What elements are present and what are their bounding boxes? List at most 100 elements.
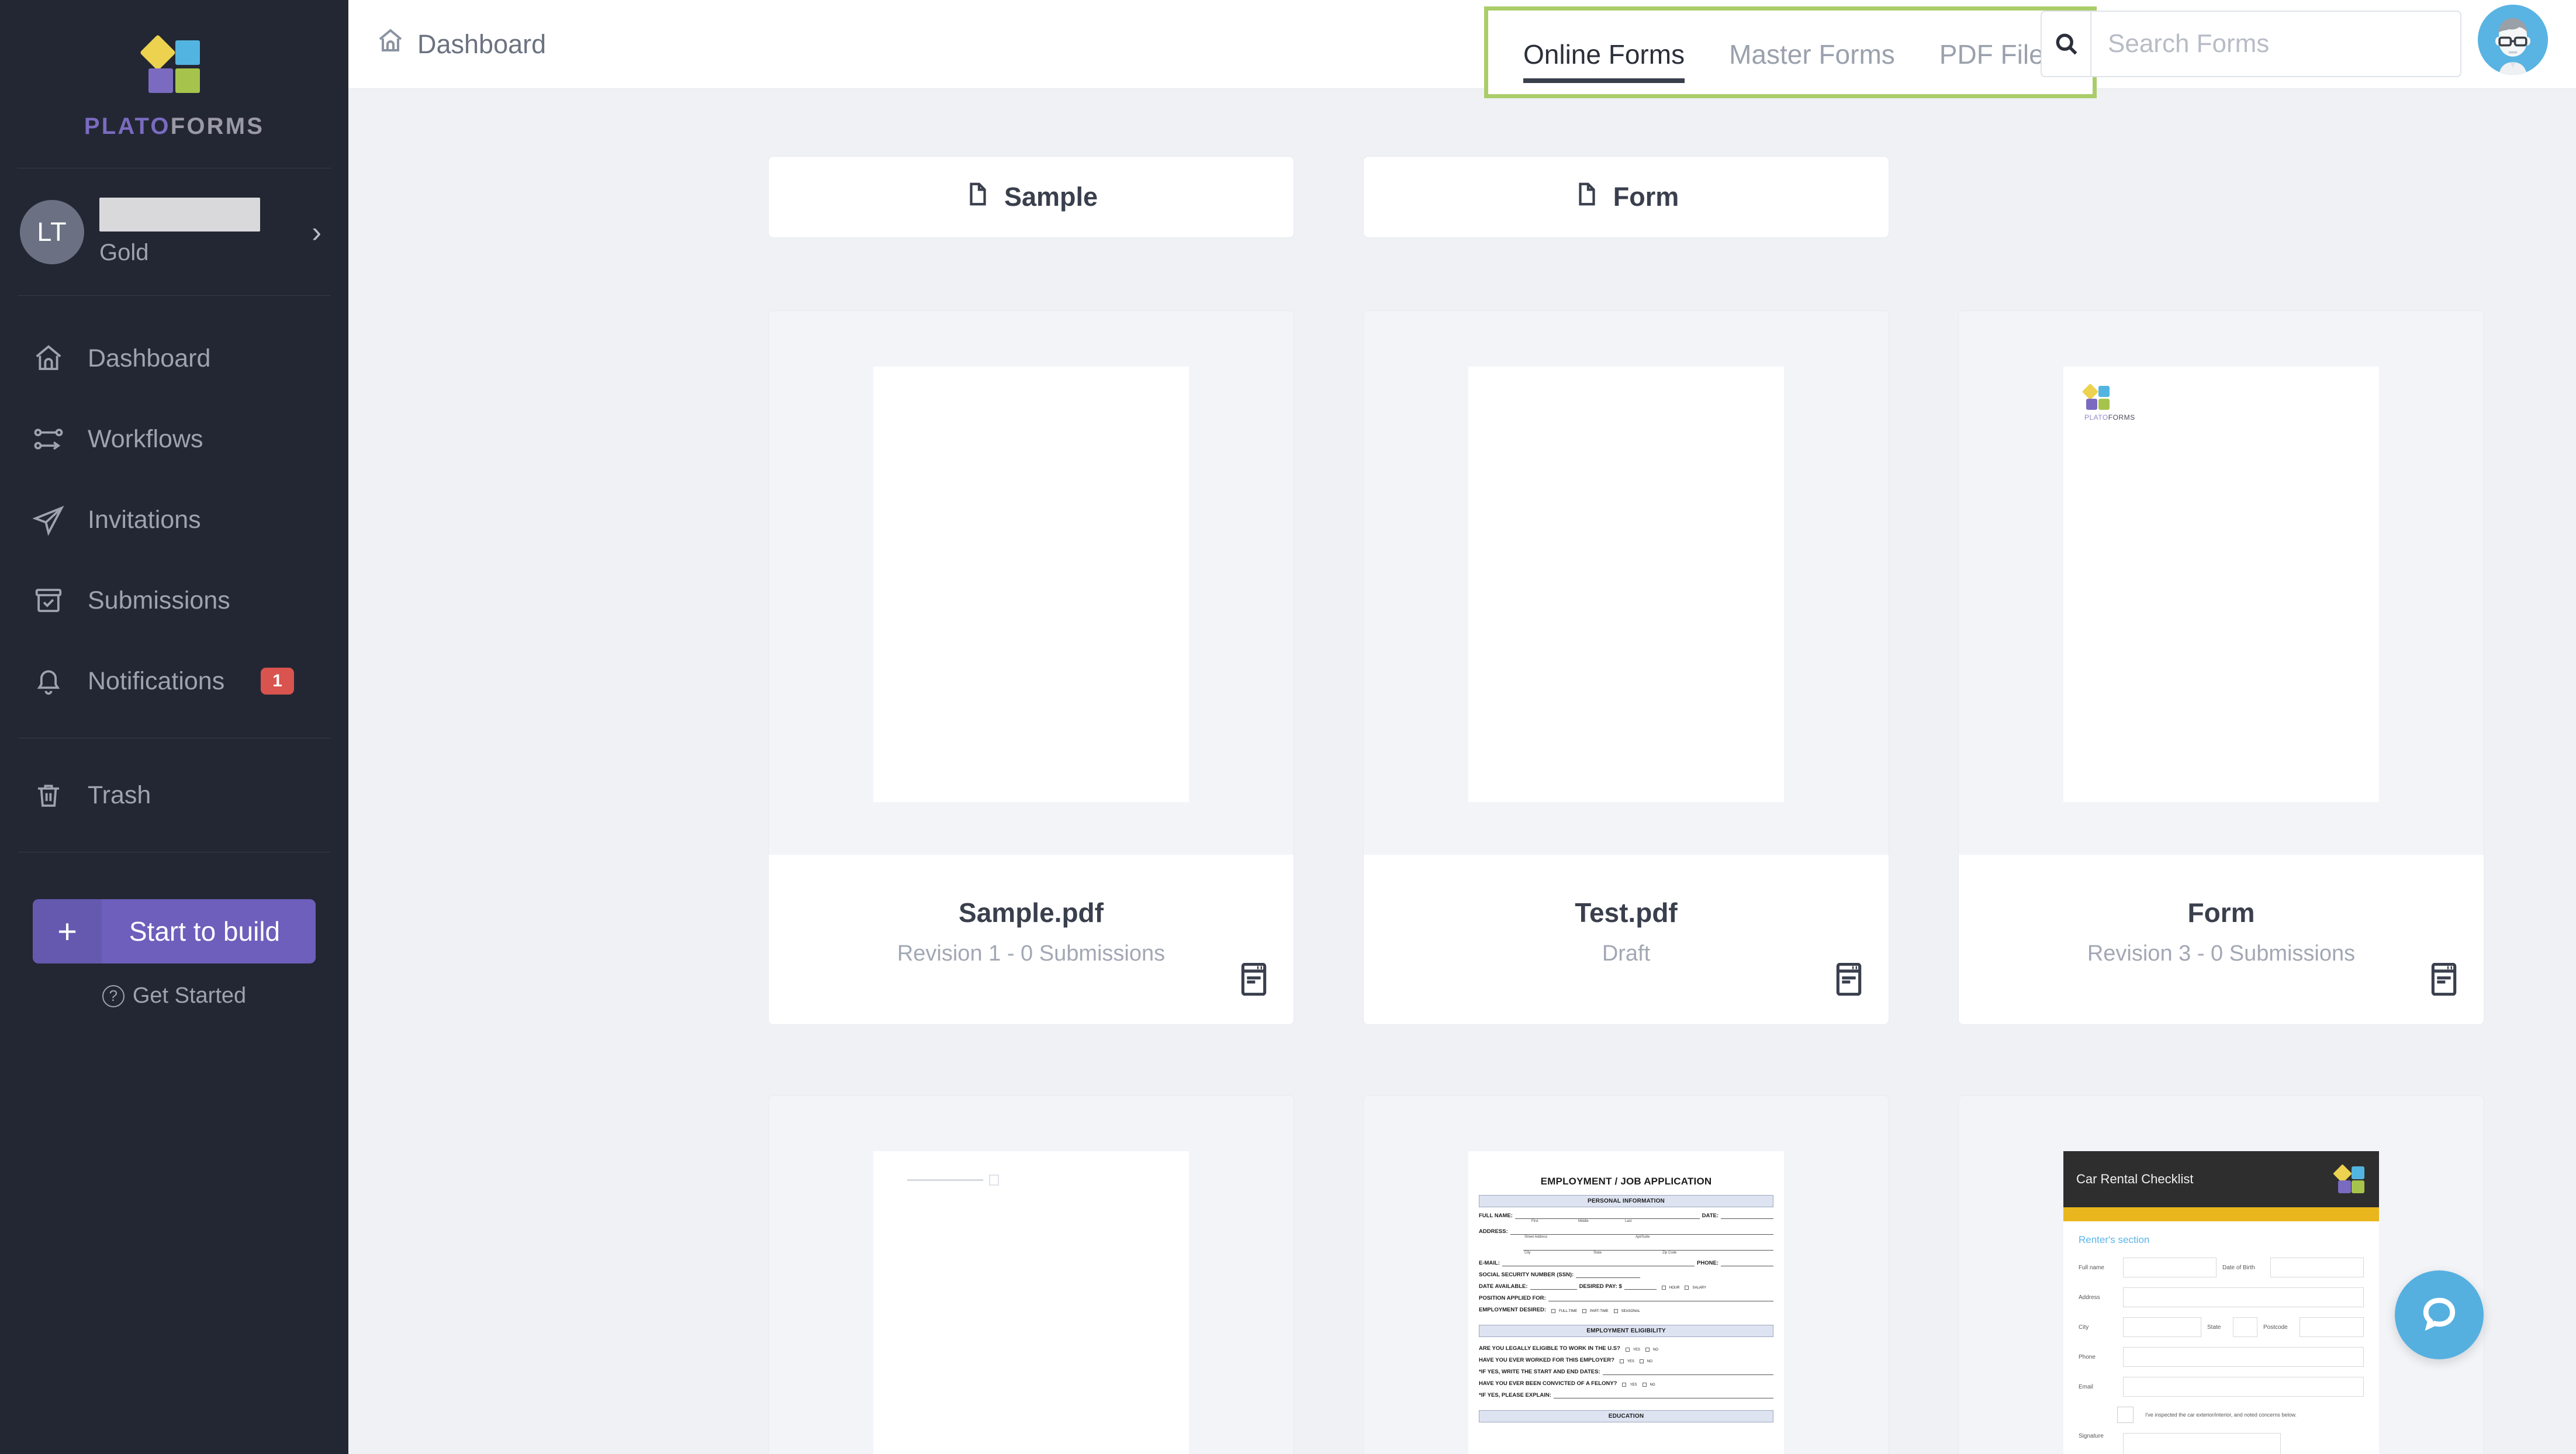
search-box	[2041, 11, 2461, 77]
form-card[interactable]: Test.pdf Draft	[1363, 310, 1889, 1025]
emp-elig-label: *IF YES, PLEASE EXPLAIN:	[1479, 1392, 1551, 1398]
emp-field-ssn: SOCIAL SECURITY NUMBER (SSN):	[1479, 1272, 1773, 1278]
car-row-signature: Signature	[2079, 1433, 2364, 1454]
app-root: PLATOFORMS LT Gold › Dashboard	[0, 0, 2576, 1454]
emp-label: DATE AVAILABLE:	[1479, 1283, 1528, 1290]
get-started-link[interactable]: ? Get Started	[33, 983, 316, 1009]
inspection-checkbox[interactable]	[2117, 1407, 2134, 1423]
emp-label: EMPLOYMENT DESIRED:	[1479, 1307, 1546, 1313]
emp-name-sublabels: First Middle Last	[1479, 1220, 1773, 1223]
employment-application-preview: EMPLOYMENT / JOB APPLICATION PERSONAL IN…	[1468, 1151, 1784, 1422]
sub-street: Street Address	[1524, 1235, 1635, 1239]
platoforms-logo-preview: PLATOFORMS	[2063, 367, 2379, 422]
fullname-input[interactable]	[2123, 1258, 2217, 1277]
emp-label: PHONE:	[1697, 1260, 1719, 1266]
tab-online-forms[interactable]: Online Forms	[1501, 11, 1707, 70]
thumb-wordmark: PLATOFORMS	[2084, 413, 2379, 422]
emp-title: EMPLOYMENT / JOB APPLICATION	[1479, 1176, 1773, 1187]
sidebar-item-trash[interactable]: Trash	[0, 755, 348, 835]
form-card[interactable]: Car Rental Checklist	[1958, 1095, 2484, 1454]
form-card[interactable]: EMPLOYMENT / JOB APPLICATION PERSONAL IN…	[1363, 1095, 1889, 1454]
form-card[interactable]: Sample.pdf Revision 1 - 0 Submissions	[768, 310, 1294, 1025]
sidebar-item-label: Trash	[88, 781, 151, 810]
checkbox-no[interactable]	[1640, 1359, 1644, 1363]
search-input[interactable]	[2091, 12, 2460, 76]
sidebar-item-label: Submissions	[88, 586, 230, 615]
sidebar-item-invitations[interactable]: Invitations	[0, 479, 348, 560]
row-label: Full name	[2079, 1265, 2117, 1271]
postcode-input[interactable]	[2300, 1317, 2364, 1337]
emp-elig-label: HAVE YOU EVER BEEN CONVICTED OF A FELONY…	[1479, 1380, 1617, 1387]
checkbox-no[interactable]	[1643, 1383, 1647, 1387]
checkbox-seasonal[interactable]	[1614, 1309, 1618, 1313]
sidebar-item-dashboard[interactable]: Dashboard	[0, 318, 348, 399]
form-card-footer: Test.pdf Draft	[1364, 855, 1889, 1024]
platoforms-logo-icon	[2336, 1165, 2366, 1194]
pdf-form-icon[interactable]	[1241, 963, 1267, 999]
brand-logo[interactable]: PLATOFORMS	[0, 0, 348, 168]
folder-label: Sample	[1004, 182, 1098, 212]
sidebar-item-notifications[interactable]: Notifications 1	[0, 641, 348, 721]
folder-card-form[interactable]: Form	[1363, 156, 1889, 238]
state-input[interactable]	[2233, 1317, 2257, 1337]
car-rental-section: Renter's section	[2079, 1234, 2364, 1246]
thumb-wordmark-b: FORMS	[2108, 413, 2135, 422]
address-input[interactable]	[2123, 1287, 2364, 1307]
form-card[interactable]: PLATOFORMS Form Revision 3 - 0 Submissio…	[1958, 310, 2484, 1025]
folder-card-sample[interactable]: Sample	[768, 156, 1294, 238]
thumbnail-page: EMPLOYMENT / JOB APPLICATION PERSONAL IN…	[1468, 1151, 1784, 1454]
row-label: Postcode	[2263, 1324, 2294, 1331]
main-area: Dashboard Online Forms Master Forms PDF …	[348, 0, 2576, 1454]
folder-label: Form	[1613, 182, 1679, 212]
checkbox-fulltime[interactable]	[1551, 1309, 1555, 1313]
checkbox-yes[interactable]	[1622, 1383, 1626, 1387]
pdf-form-icon[interactable]	[2431, 963, 2457, 999]
checkbox-parttime[interactable]	[1582, 1309, 1586, 1313]
bell-icon	[33, 665, 64, 697]
car-row-city: City State Postcode	[2079, 1317, 2364, 1337]
account-switcher[interactable]: LT Gold ›	[0, 168, 348, 295]
signature-input[interactable]	[2123, 1433, 2281, 1454]
start-to-build-button[interactable]: + Start to build	[33, 899, 316, 963]
dob-input[interactable]	[2270, 1258, 2364, 1277]
emp-field-email: E-MAIL: PHONE:	[1479, 1260, 1773, 1266]
sidebar-item-label: Invitations	[88, 506, 201, 534]
form-card[interactable]	[768, 1095, 1294, 1454]
paper-plane-icon	[33, 504, 64, 536]
chevron-right-icon[interactable]: ›	[312, 215, 329, 249]
pdf-form-icon[interactable]	[1836, 963, 1862, 999]
user-avatar[interactable]	[2478, 5, 2548, 75]
checkbox-salary[interactable]	[1685, 1286, 1689, 1290]
checkbox-yes[interactable]	[1626, 1348, 1630, 1352]
sidebar-item-workflows[interactable]: Workflows	[0, 399, 348, 479]
checkbox-hour[interactable]	[1662, 1286, 1666, 1290]
sidebar-item-submissions[interactable]: Submissions	[0, 560, 348, 641]
email-input[interactable]	[2123, 1377, 2364, 1397]
account-tier: Gold	[99, 240, 296, 266]
tab-master-forms[interactable]: Master Forms	[1707, 11, 1917, 70]
search-icon[interactable]	[2042, 12, 2091, 76]
city-input[interactable]	[2123, 1317, 2201, 1337]
emp-label: DATE:	[1702, 1213, 1719, 1219]
form-title: Form	[2188, 897, 2255, 928]
emp-field-position: POSITION APPLIED FOR:	[1479, 1295, 1773, 1301]
emp-label: FULL NAME:	[1479, 1213, 1513, 1219]
tab-label: Master Forms	[1729, 39, 1895, 70]
sub-last: Last	[1625, 1220, 1631, 1223]
checkbox-no[interactable]	[1645, 1348, 1650, 1352]
breadcrumb-label: Dashboard	[417, 29, 546, 60]
form-title: Sample.pdf	[959, 897, 1104, 928]
help-chat-button[interactable]	[2395, 1270, 2484, 1359]
row-label: Phone	[2079, 1354, 2117, 1360]
checkbox-yes[interactable]	[1620, 1359, 1624, 1363]
car-rental-header: Car Rental Checklist	[2063, 1151, 2379, 1207]
folder-row: Sample Form	[348, 156, 2576, 238]
phone-input[interactable]	[2123, 1347, 2364, 1367]
opt-yes: YES	[1633, 1348, 1640, 1352]
brand-wordmark-b: FORMS	[171, 113, 264, 139]
opt-no: NO	[1647, 1360, 1652, 1363]
breadcrumb[interactable]: Dashboard	[348, 27, 546, 61]
blank-page-preview	[873, 367, 1189, 802]
emp-elig-label: *IF YES, WRITE THE START AND END DATES:	[1479, 1369, 1600, 1375]
car-row-address: Address	[2079, 1287, 2364, 1307]
